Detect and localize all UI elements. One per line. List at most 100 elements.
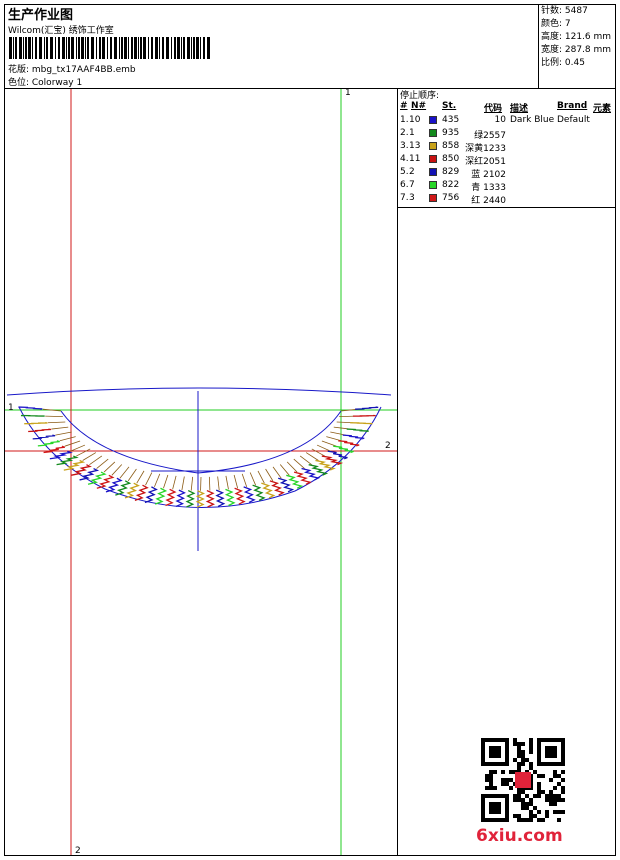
stitch-rung <box>299 455 312 465</box>
stitch-zigzag <box>205 489 216 508</box>
needle-number: 2 <box>409 167 415 177</box>
guide-label-red-right: 2 <box>385 441 391 451</box>
barcode-bar <box>159 37 160 59</box>
stitch-zigzag <box>185 489 196 508</box>
qr-module <box>521 762 525 766</box>
qr-module <box>537 774 541 778</box>
code-cell: 深红2051 <box>465 157 506 167</box>
qr-module <box>553 794 557 798</box>
stitch-zigzag <box>234 487 246 505</box>
barcode-bar <box>28 37 31 59</box>
design-height: 高度: 121.6 mm <box>541 32 612 42</box>
legend-title: 停止顺序: <box>400 91 440 101</box>
stitch-rung <box>311 448 326 457</box>
barcode-bar <box>85 37 86 59</box>
stitch-count-cell: 829 <box>442 167 460 177</box>
stitch-rung <box>89 455 103 466</box>
barcode-bar <box>107 37 108 59</box>
barcode <box>9 37 210 59</box>
qr-module <box>521 750 525 754</box>
barcode-bar <box>148 37 149 59</box>
color-swatch <box>429 142 437 150</box>
qr-module <box>489 786 493 790</box>
stitch-zigzag <box>286 474 304 489</box>
stop-number: 7. <box>400 193 409 203</box>
barcode-bar <box>13 37 14 59</box>
stitch-zigzag <box>333 445 354 454</box>
barcode-bar <box>203 37 205 59</box>
barcode-bar <box>183 37 185 59</box>
col-element: 元素 <box>593 104 612 114</box>
barcode-bar <box>50 37 53 59</box>
barcode-bar <box>124 37 127 59</box>
barcode-bar <box>35 37 37 59</box>
qr-module <box>529 738 533 742</box>
color-count: 颜色: 7 <box>541 19 571 29</box>
qr-module <box>549 802 553 806</box>
qr-module <box>557 818 561 822</box>
needle-number: 11 <box>409 154 421 164</box>
qr-module <box>553 786 557 790</box>
barcode-bar <box>151 37 153 59</box>
stitch-zigzag <box>144 486 158 504</box>
stitch-rung <box>326 436 342 442</box>
qr-module <box>537 782 541 786</box>
qr-module <box>493 786 497 790</box>
barcode-bar <box>131 37 133 59</box>
barcode-bar <box>134 37 137 59</box>
qr-module <box>545 810 549 814</box>
design-scale: 比例: 0.45 <box>541 58 585 68</box>
barcode-bar <box>23 37 24 59</box>
stitch-rung <box>286 461 298 473</box>
qr-module <box>489 782 493 786</box>
qr-module <box>517 762 521 766</box>
qr-module <box>541 774 545 778</box>
qr-code <box>481 738 565 822</box>
qr-module <box>517 750 521 754</box>
stitch-rung <box>272 466 282 479</box>
qr-module <box>549 794 553 798</box>
stitch-zigzag <box>350 422 373 425</box>
barcode-bar <box>174 37 176 59</box>
qr-module <box>517 742 521 746</box>
barcode-bar <box>207 37 210 59</box>
barcode-bar <box>62 37 65 59</box>
stitch-rung <box>59 436 76 442</box>
stitch-rung <box>181 476 185 491</box>
stitch-rung <box>127 468 137 482</box>
stop-number: 6. <box>400 180 409 190</box>
stitch-zigzag <box>252 484 266 501</box>
qr-module <box>549 778 553 782</box>
stitch-zigzag <box>134 484 149 501</box>
colorway-name: 色位: Colorway 1 <box>8 78 83 88</box>
qr-module <box>525 806 529 810</box>
stitch-rung <box>321 440 337 447</box>
qr-module <box>529 762 533 766</box>
qr-module <box>521 806 525 810</box>
barcode-bar <box>181 37 182 59</box>
qr-module <box>529 810 533 814</box>
qr-module <box>541 818 545 822</box>
stitch-count-cell: 858 <box>442 141 460 151</box>
qr-module <box>513 758 517 762</box>
legend-row: 3. 13 858 深黄1233 <box>398 141 616 154</box>
qr-module <box>521 742 525 746</box>
stitch-rung <box>47 421 66 424</box>
barcode-bar <box>71 37 74 59</box>
stitch-rung <box>172 475 177 490</box>
qr-module <box>501 782 505 786</box>
legend-row: 4. 11 850 深红2051 <box>398 154 616 167</box>
barcode-bar <box>171 37 172 59</box>
barcode-bar <box>78 37 80 59</box>
color-swatch <box>429 194 437 202</box>
stitch-rung <box>265 468 274 482</box>
qr-module <box>553 774 557 778</box>
qr-module <box>501 778 505 782</box>
stitch-rung <box>76 448 91 457</box>
qr-module <box>557 782 561 786</box>
stitch-rung <box>55 431 72 436</box>
needle-number: 7 <box>409 180 415 190</box>
stitch-rung <box>163 474 169 489</box>
qr-module <box>561 786 565 790</box>
barcode-bar <box>187 37 190 59</box>
